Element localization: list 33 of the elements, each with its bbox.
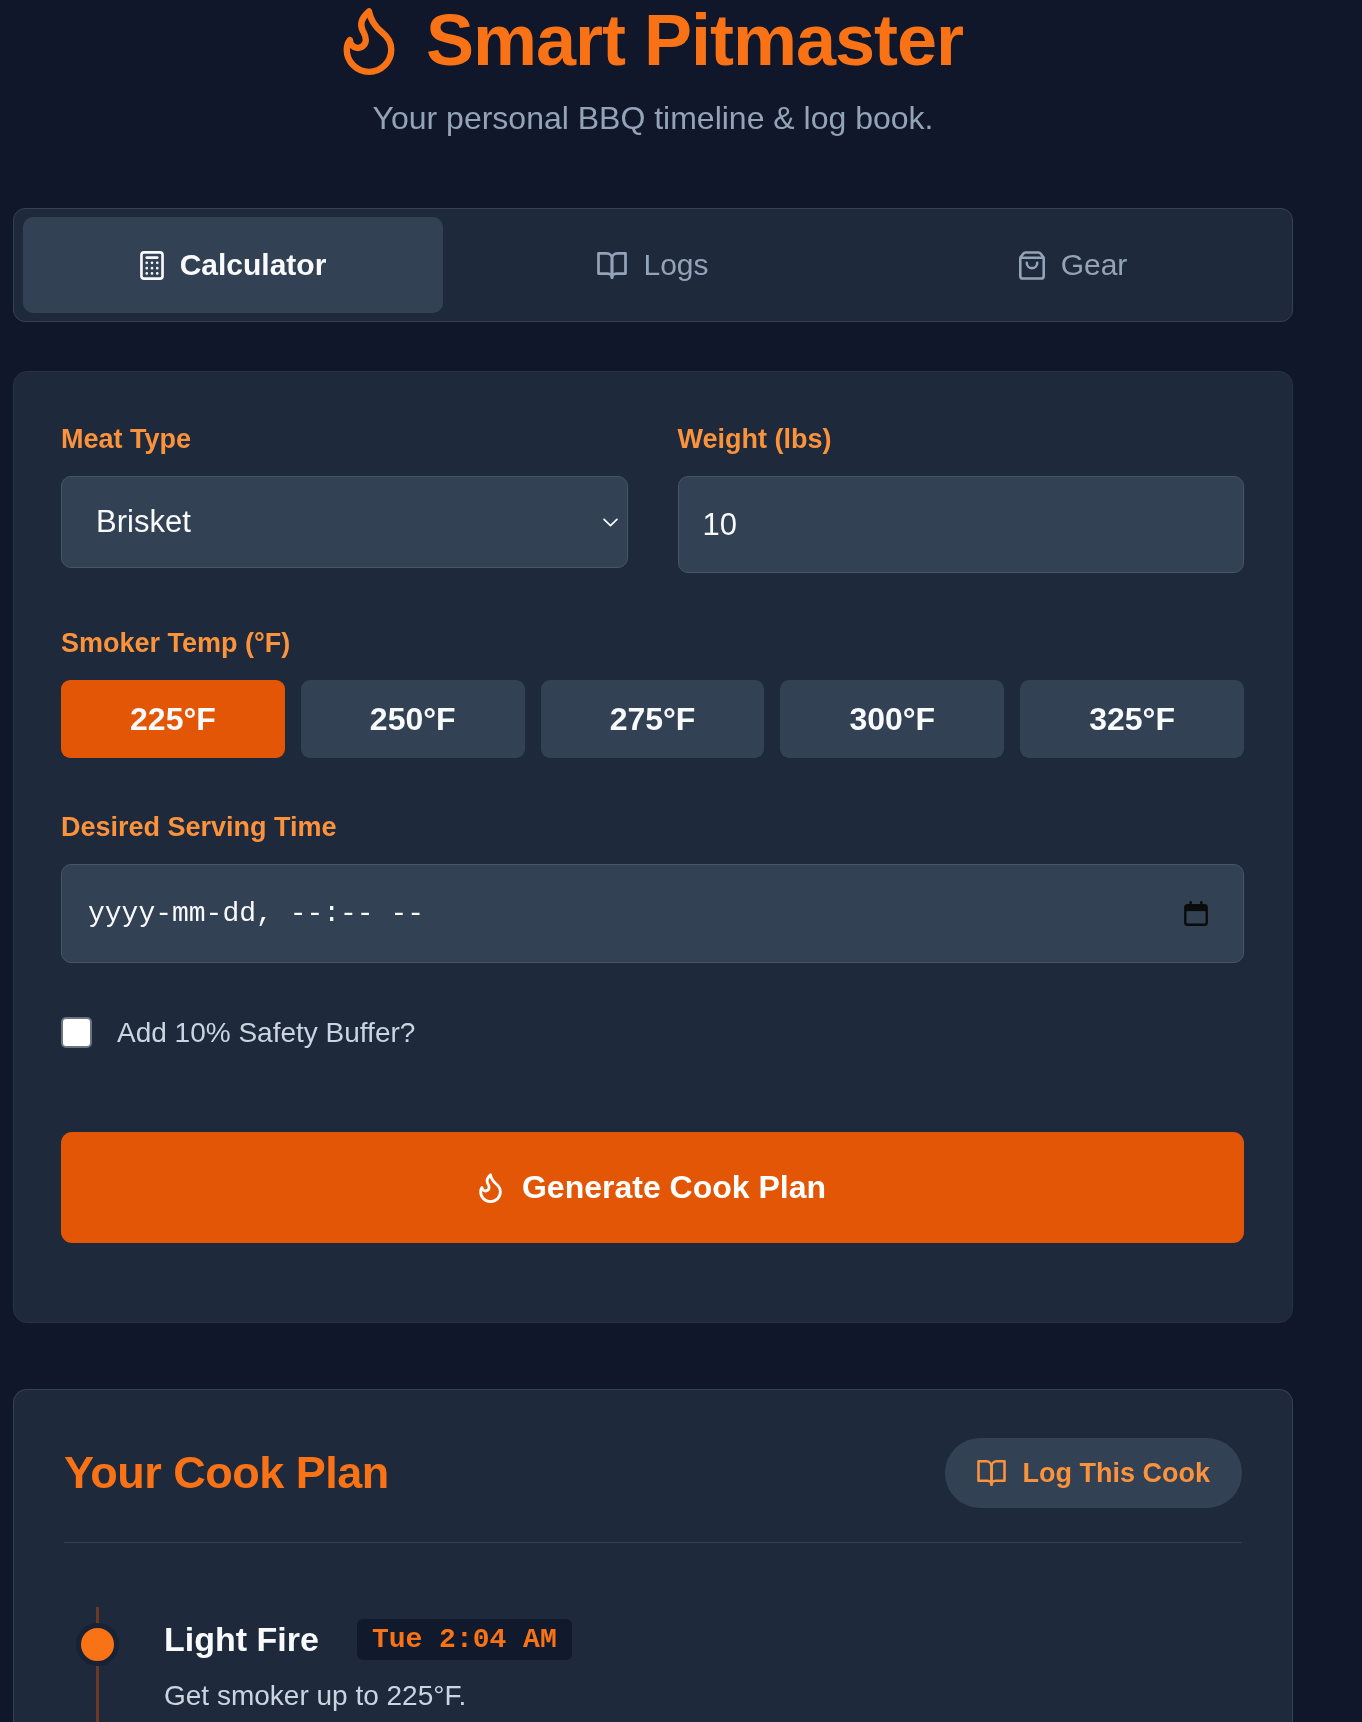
- step-description: Get smoker up to 225°F.: [164, 1679, 467, 1713]
- field-label: Smoker Temp (°F): [61, 627, 291, 659]
- flame-icon: [342, 5, 395, 75]
- calculator-icon: [139, 250, 164, 280]
- tab[interactable]: Gear: [863, 217, 1283, 313]
- time-badge: Tue 2:04 AM: [356, 1619, 572, 1660]
- open-book-icon: [976, 1460, 1006, 1486]
- log-cook-button[interactable]: Log This Cook: [944, 1438, 1242, 1508]
- temperature-option[interactable]: 225°F: [61, 680, 285, 758]
- datetime-field[interactable]: yyyy-mm-dd, --:-- --: [61, 864, 1244, 963]
- flame-icon: [478, 1172, 502, 1203]
- field-label: Desired Serving Time: [61, 811, 337, 843]
- tab[interactable]: Logs: [443, 217, 863, 313]
- shopping-bag-icon: [1018, 250, 1045, 280]
- weight-input[interactable]: 10: [677, 476, 1244, 573]
- field-label: Meat Type: [61, 423, 192, 455]
- tab[interactable]: Calculator: [23, 217, 443, 313]
- open-book-icon: [597, 251, 628, 279]
- meat-type-select[interactable]: Brisket: [61, 476, 628, 568]
- plan-title: Your Cook Plan: [64, 1446, 389, 1500]
- timeline-dot: [76, 1623, 119, 1666]
- checkbox-label: Add 10% Safety Buffer?: [117, 1017, 416, 1048]
- app-title: Smart Pitmaster: [425, 0, 964, 80]
- temperature-option[interactable]: 325°F: [1020, 680, 1244, 758]
- chevron-down-icon: [602, 517, 618, 527]
- app-subtitle: Your personal BBQ timeline & log book.: [372, 100, 934, 136]
- temperature-option[interactable]: 275°F: [540, 680, 765, 758]
- field-label: Weight (lbs): [677, 423, 832, 455]
- checkbox[interactable]: [61, 1017, 92, 1048]
- step-title: Light Fire: [164, 1619, 319, 1660]
- temperature-option[interactable]: 250°F: [300, 680, 525, 758]
- generate-plan-button[interactable]: Generate Cook Plan: [61, 1132, 1244, 1243]
- temperature-option[interactable]: 300°F: [780, 680, 1005, 758]
